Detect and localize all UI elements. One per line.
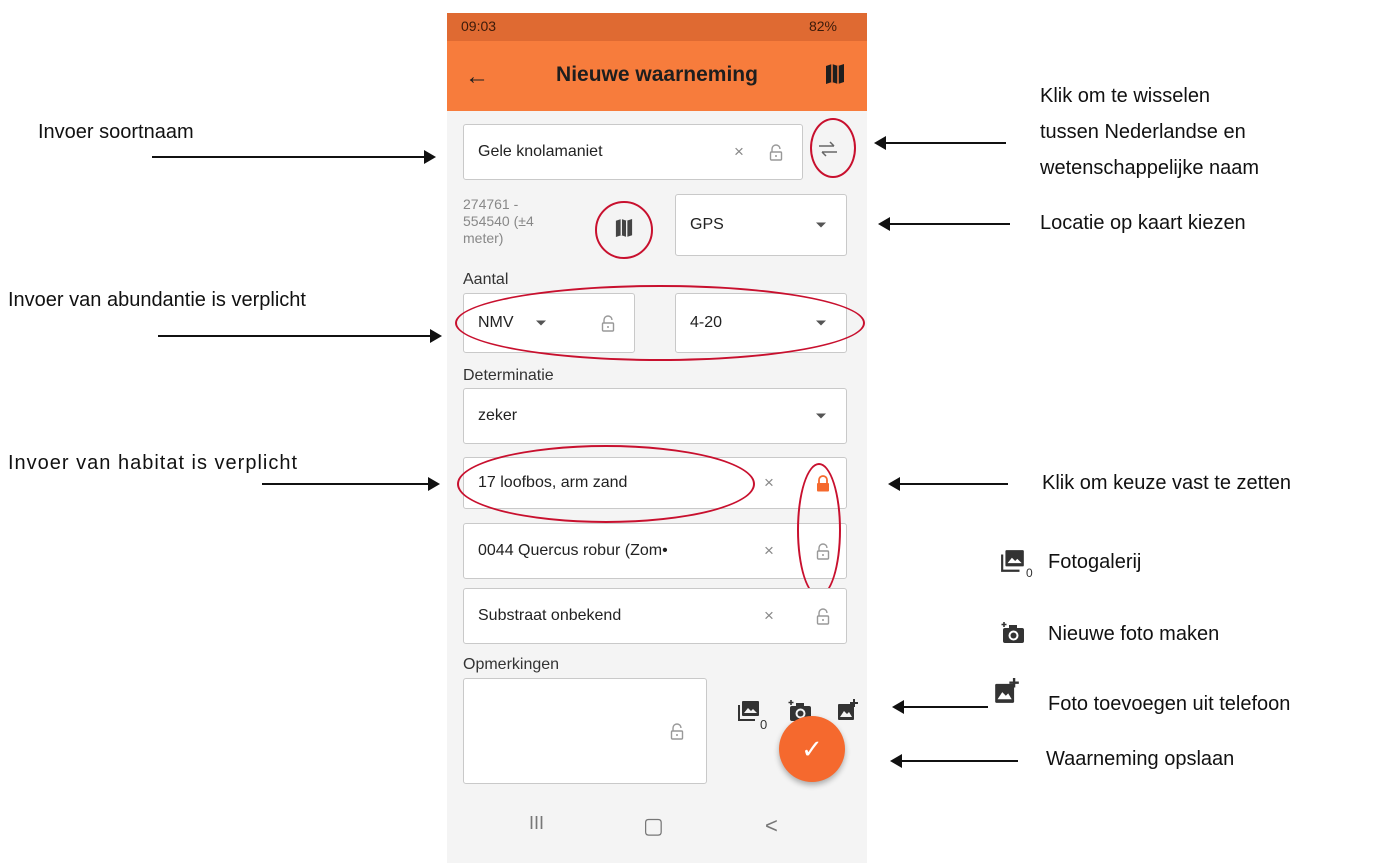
system-nav-bar: III ▢ < [447, 791, 867, 863]
lock-closed-icon[interactable] [816, 475, 830, 492]
checkmark-icon: ✓ [801, 734, 823, 764]
abundance-value-select[interactable]: 4-20 [675, 293, 847, 353]
home-button[interactable]: ▢ [643, 813, 664, 839]
map-icon[interactable] [825, 63, 845, 85]
note-new-photo: Nieuwe foto maken [1048, 623, 1220, 645]
note-gallery: Fotogalerij [1048, 551, 1142, 573]
note-save: Waarneming opslaan [1046, 748, 1235, 770]
species-value: Gele knolamaniet [478, 143, 603, 160]
chevron-down-icon [536, 320, 546, 326]
note-toggle-name: Klik om te wisselen tussen Nederlandse e… [1040, 82, 1259, 182]
host-value: 0044 Quercus robur (Zom• [478, 542, 668, 559]
note-abundance: Invoer van abundantie is verplicht [8, 289, 306, 311]
clear-substrate-icon[interactable]: × [764, 606, 774, 626]
recent-apps-button[interactable]: III [529, 813, 544, 834]
note-lock: Klik om keuze vast te zetten [1042, 472, 1292, 494]
coordinates-text: 274761 - 554540 (±4 meter) [463, 196, 534, 247]
location-select[interactable]: GPS [675, 194, 847, 256]
abundance-method-select[interactable]: NMV [463, 293, 635, 353]
remarks-label: Opmerkingen [463, 656, 560, 673]
note-add-photo: Foto toevoegen uit telefoon [1048, 693, 1291, 715]
determination-select[interactable]: zeker [463, 388, 847, 444]
chevron-down-icon [816, 222, 826, 228]
status-battery: 82% [808, 18, 837, 34]
app-bar: ← Nieuwe waarneming [447, 41, 867, 111]
location-value: GPS [690, 216, 724, 233]
lock-open-icon[interactable] [816, 543, 830, 560]
remarks-textarea[interactable] [463, 678, 707, 784]
arrow-lock [888, 477, 1008, 491]
add-photo-icon[interactable] [837, 699, 859, 721]
photo-gallery-icon[interactable] [737, 699, 761, 723]
lock-open-icon[interactable] [816, 608, 830, 625]
habitat-value: 17 loofbos, arm zand [478, 474, 628, 491]
note-species-input: Invoer soortnaam [38, 121, 194, 143]
determination-label: Determinatie [463, 367, 554, 384]
legend-gallery-count: 0 [1026, 566, 1033, 580]
species-input[interactable]: Gele knolamaniet × [463, 124, 803, 180]
clear-species-icon[interactable]: × [734, 142, 744, 162]
phone-screen: 09:03 82% ← Nieuwe waarneming Gele knola… [447, 13, 867, 863]
status-time: 09:03 [461, 18, 497, 34]
note-toggle-name-line-1: Klik om te wisselen [1040, 85, 1211, 107]
back-button[interactable]: < [765, 813, 778, 839]
lock-open-icon[interactable] [769, 144, 783, 161]
clear-habitat-icon[interactable]: × [764, 473, 774, 493]
pick-on-map-icon[interactable] [615, 218, 633, 238]
photo-gallery-icon [1001, 550, 1024, 572]
arrow-habitat [262, 477, 440, 491]
abundance-method-value: NMV [478, 314, 514, 331]
note-toggle-name-line-2: tussen Nederlandse en [1040, 121, 1246, 143]
coordinates-line-3: meter) [463, 230, 504, 246]
substrate-input[interactable]: Substraat onbekend × [463, 588, 847, 644]
arrow-location [878, 217, 1010, 231]
arrow-photos [892, 700, 988, 714]
status-bar: 09:03 82% [447, 13, 867, 41]
abundance-value: 4-20 [690, 314, 723, 331]
lock-open-icon[interactable] [670, 723, 684, 740]
note-habitat: Invoer van habitat is verplicht [8, 452, 299, 474]
habitat-input[interactable]: 17 loofbos, arm zand × [463, 457, 847, 509]
arrow-species [152, 150, 436, 164]
chevron-down-icon [816, 320, 826, 326]
coordinates-line-1: 274761 - [463, 196, 519, 212]
host-input[interactable]: 0044 Quercus robur (Zom• × [463, 523, 847, 579]
arrow-toggle-name [874, 136, 1006, 150]
page-title: Nieuwe waarneming [556, 63, 758, 86]
arrow-save [890, 754, 1018, 768]
clear-host-icon[interactable]: × [764, 541, 774, 561]
save-observation-button[interactable]: ✓ [779, 716, 845, 782]
substrate-value: Substraat onbekend [478, 607, 622, 624]
add-photo-icon [995, 678, 1019, 703]
note-location: Locatie op kaart kiezen [1040, 212, 1246, 234]
note-toggle-name-line-3: wetenschappelijke naam [1040, 157, 1260, 179]
chevron-down-icon [816, 413, 826, 419]
lock-open-icon[interactable] [601, 315, 615, 332]
coordinates-line-2: 554540 (±4 [463, 213, 534, 229]
determination-value: zeker [478, 407, 518, 424]
arrow-abundance [158, 329, 442, 343]
swap-name-icon[interactable] [817, 141, 839, 157]
camera-icon [1001, 622, 1024, 643]
abundance-label: Aantal [463, 271, 509, 288]
photo-count: 0 [760, 717, 768, 732]
